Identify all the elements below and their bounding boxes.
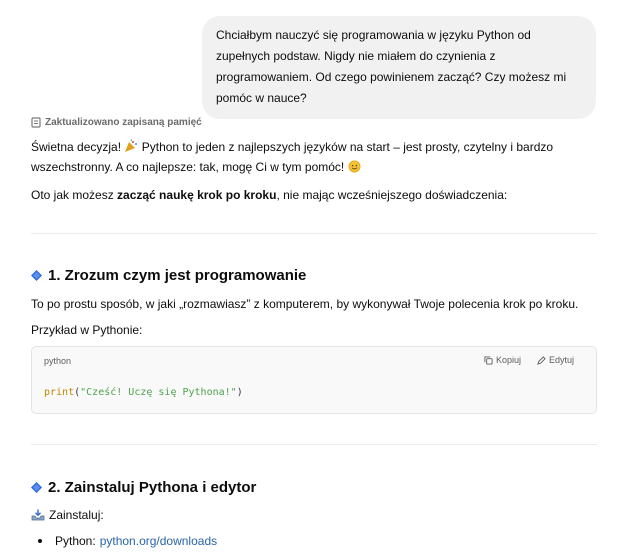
plan-text-suffix: , nie mając wcześniejszego doświadczenia… <box>276 188 508 202</box>
memory-notice-label: Zaktualizowano zapisaną pamięć <box>45 117 202 128</box>
python-download-link[interactable]: python.org/downloads <box>100 534 217 548</box>
section-2-heading: 2. Zainstaluj Pythona i edytor <box>31 479 256 496</box>
copy-icon <box>484 355 493 365</box>
section-1-body: To po prostu sposób, w jaki „rozmawiasz”… <box>31 297 579 311</box>
intro-text-1: Świetna decyzja! <box>31 140 125 154</box>
inbox-tray-icon <box>31 509 45 521</box>
memory-icon <box>31 117 41 128</box>
copy-code-button[interactable]: Kopiuj <box>484 355 521 365</box>
code-language-label: python <box>44 356 72 366</box>
copy-label: Kopiuj <box>495 355 521 365</box>
code-function: print <box>44 387 75 398</box>
pencil-icon <box>537 355 546 365</box>
code-block: python Kopiuj Edytuj print("Cześć! Uczę … <box>31 346 597 414</box>
user-message-bubble: Chciałbym nauczyć się programowania w ję… <box>202 16 596 119</box>
code-paren-close: ) <box>236 387 243 398</box>
example-label: Przykład w Pythonie: <box>31 323 143 337</box>
user-message-text: Chciałbym nauczyć się programowania w ję… <box>216 28 567 105</box>
party-popper-icon <box>125 139 138 152</box>
section-2-title: 2. Zainstaluj Pythona i edytor <box>48 479 257 496</box>
smiling-face-icon <box>348 160 361 173</box>
intro-paragraph: Świetna decyzja! Python to jeden z najle… <box>31 137 591 177</box>
code-string: "Cześć! Uczę się Pythona!" <box>80 387 237 398</box>
plan-paragraph: Oto jak możesz zacząć naukę krok po krok… <box>31 185 591 205</box>
edit-code-button[interactable]: Edytuj <box>537 355 574 365</box>
plan-text-prefix: Oto jak możesz <box>31 188 118 202</box>
code-line: print("Cześć! Uczę się Pythona!") <box>44 387 243 398</box>
memory-updated-notice[interactable]: Zaktualizowano zapisaną pamięć <box>31 117 202 128</box>
blue-diamond-icon <box>31 482 42 493</box>
divider <box>31 233 597 234</box>
edit-label: Edytuj <box>548 355 574 365</box>
install-label: Zainstaluj: <box>49 508 104 522</box>
python-item-label: Python: <box>55 534 96 548</box>
bullet <box>38 539 42 543</box>
install-line: Zainstaluj: <box>31 508 104 522</box>
divider <box>31 444 597 445</box>
section-1-heading: 1. Zrozum czym jest programowanie <box>31 267 306 284</box>
blue-diamond-icon <box>31 270 42 281</box>
list-item: Python: python.org/downloads <box>38 534 217 548</box>
code-toolbar: Kopiuj Edytuj <box>484 355 574 365</box>
plan-text-bold: zacząć naukę krok po kroku <box>117 188 277 202</box>
section-1-title: 1. Zrozum czym jest programowanie <box>48 267 307 284</box>
